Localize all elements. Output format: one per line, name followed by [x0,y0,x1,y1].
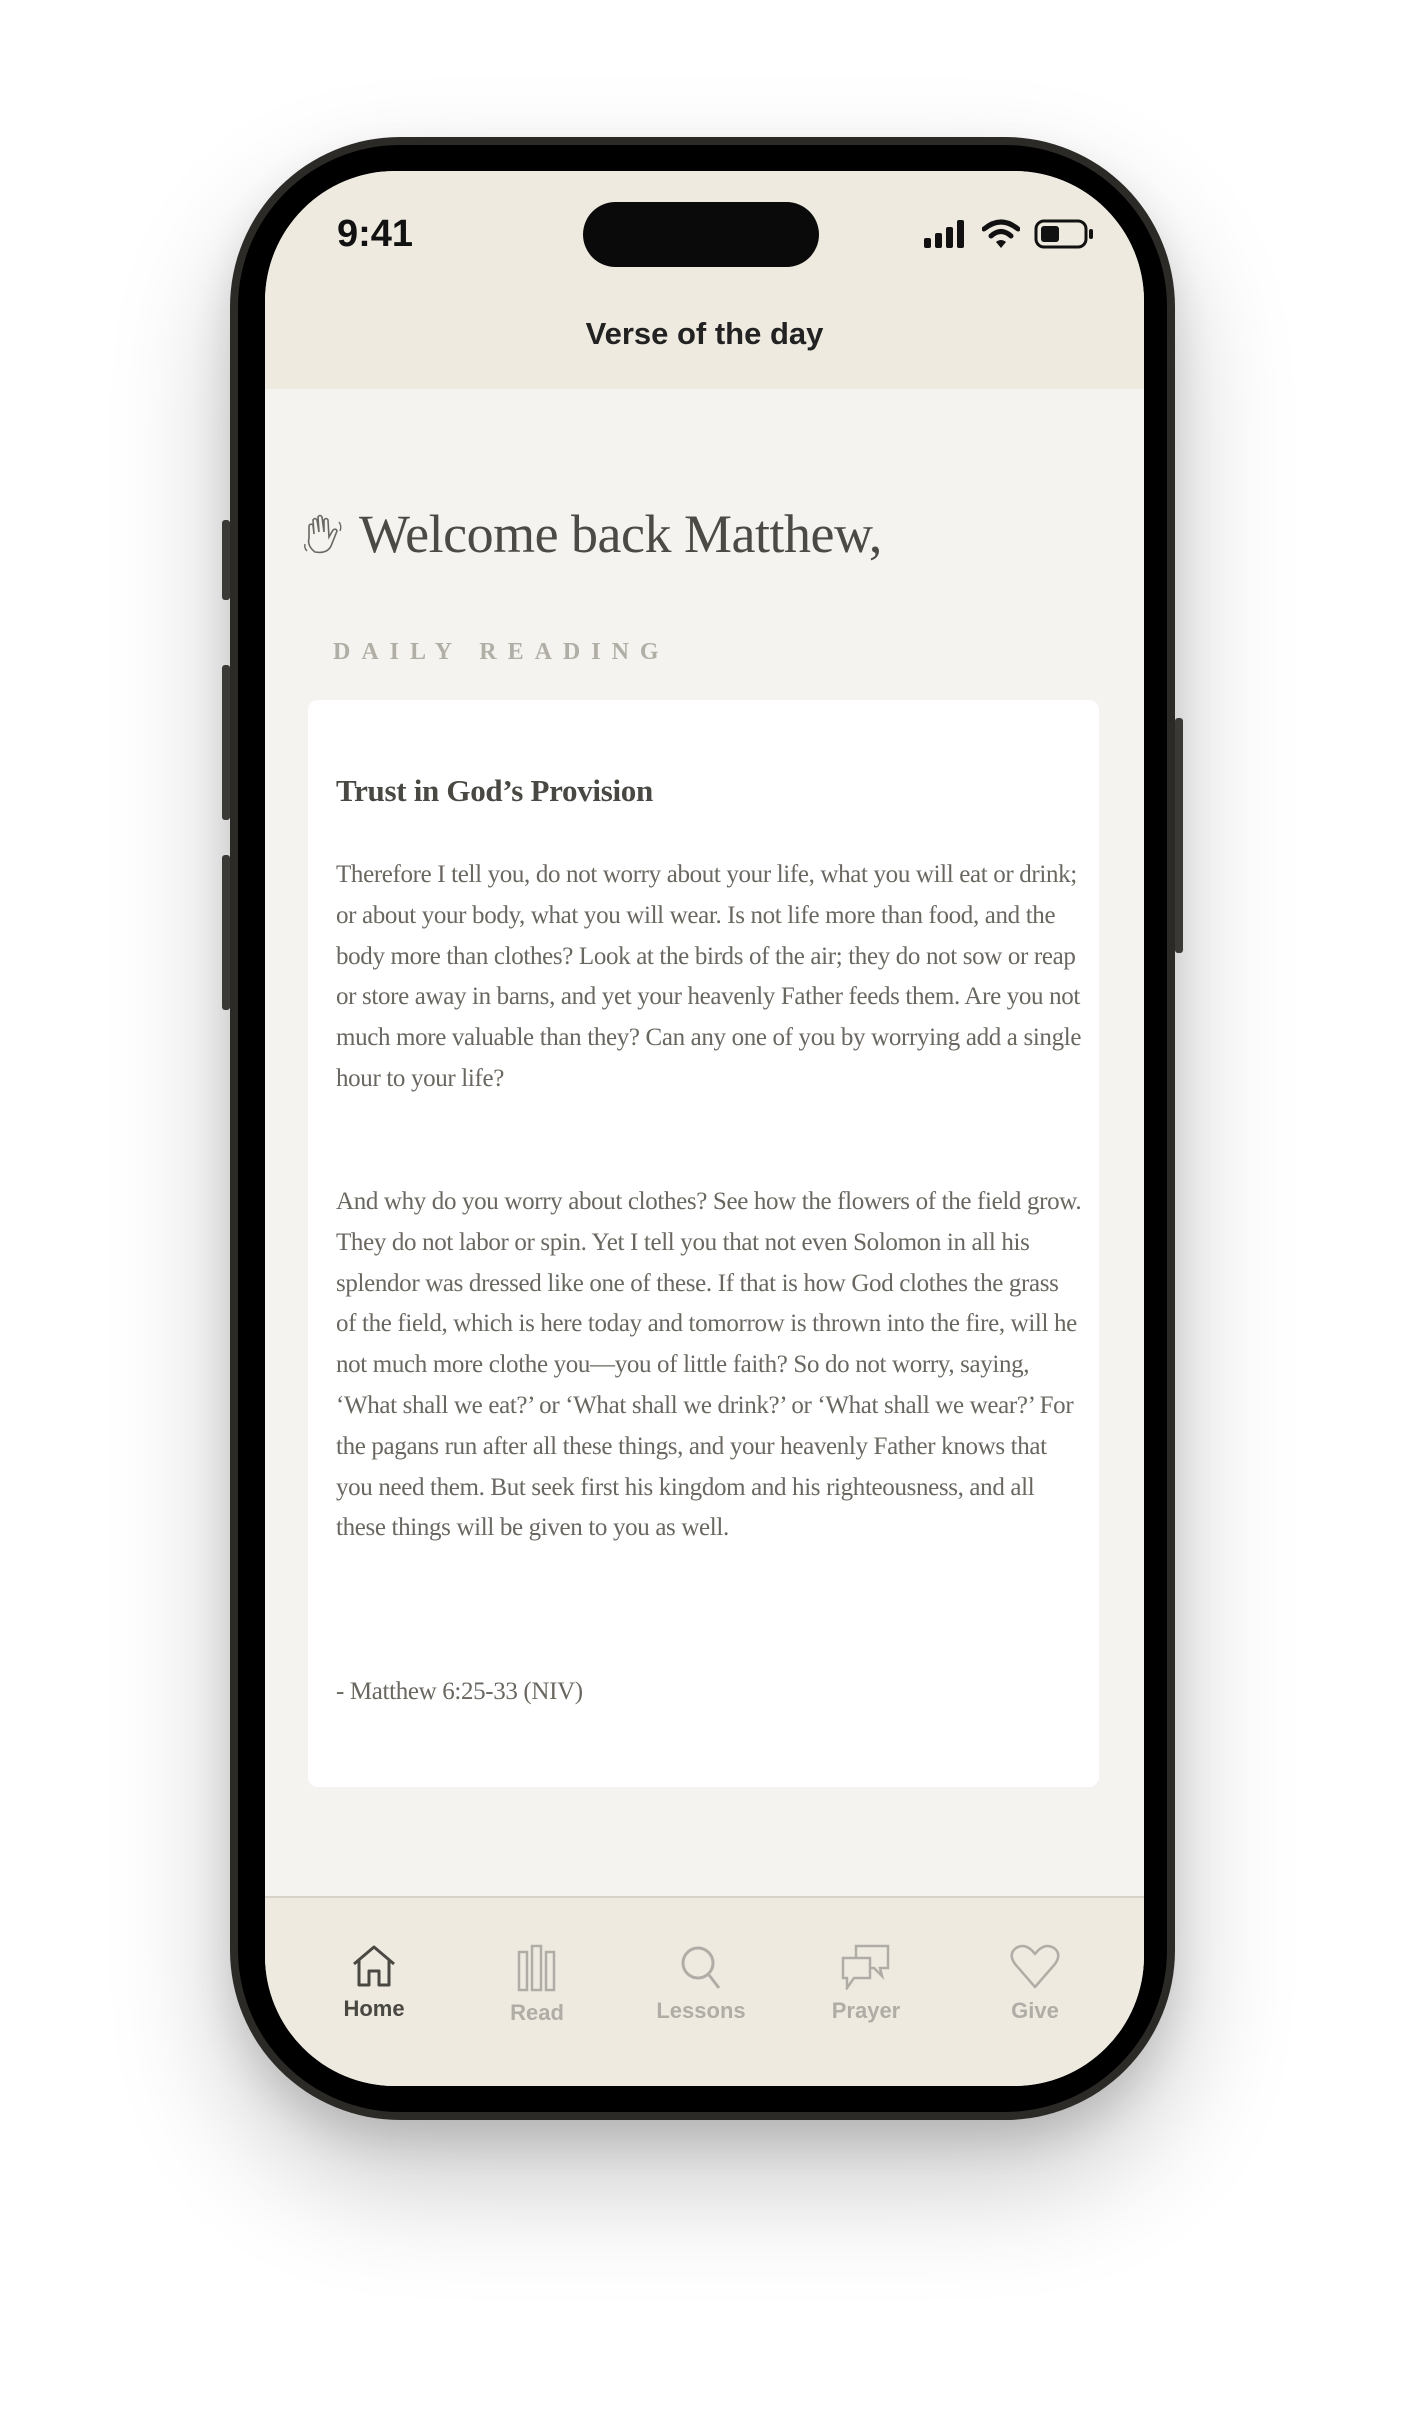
app-screen: 9:41 Verse of the day Welcome back Matth… [265,171,1144,2086]
tab-label: Lessons [656,1998,746,2023]
tab-lessons[interactable]: Lessons [631,1944,771,2024]
tab-read[interactable]: Read [467,1944,607,2026]
tab-give[interactable]: Give [965,1944,1105,2024]
reading-reference: - Matthew 6:25-33 (NIV) [336,1678,583,1705]
waving-hand-icon [304,514,342,554]
welcome-text: Welcome back Matthew, [359,504,882,564]
tab-bar: Home Read Lessons Prayer Give [265,1896,1144,2086]
power-button [1175,718,1183,953]
reading-paragraph: Therefore I tell you, do not worry about… [336,861,1082,1092]
battery-icon [1034,219,1093,249]
status-time: 9:41 [337,213,414,255]
mute-switch [222,520,230,600]
volume-down-button [222,855,230,1010]
volume-up-button [222,665,230,820]
reading-paragraph: And why do you worry about clothes? See … [336,1188,1082,1542]
header: 9:41 Verse of the day [265,171,1144,389]
tab-home[interactable]: Home [304,1944,444,2022]
heart-icon [1010,1944,1060,1989]
tab-label: Read [510,2000,564,2025]
reading-card: Trust in God’s Provision Therefore I tel… [308,700,1099,1787]
welcome-heading: Welcome back Matthew, [303,503,882,565]
dynamic-island [583,202,819,267]
section-label: DAILY READING [333,639,670,665]
tab-label: Give [1011,1998,1059,2023]
status-icons [924,219,1094,249]
tab-label: Home [343,1996,405,2021]
books-icon [517,1944,556,1992]
reading-title: Trust in God’s Provision [336,773,653,808]
search-icon [681,1946,721,1989]
wifi-icon [982,219,1020,248]
chat-bubbles-icon [841,1944,890,1990]
tab-prayer[interactable]: Prayer [796,1944,936,2024]
tab-label: Prayer [831,1998,901,2023]
page-title: Verse of the day [585,316,824,351]
home-icon [353,1945,395,1987]
signal-icon [924,220,964,248]
